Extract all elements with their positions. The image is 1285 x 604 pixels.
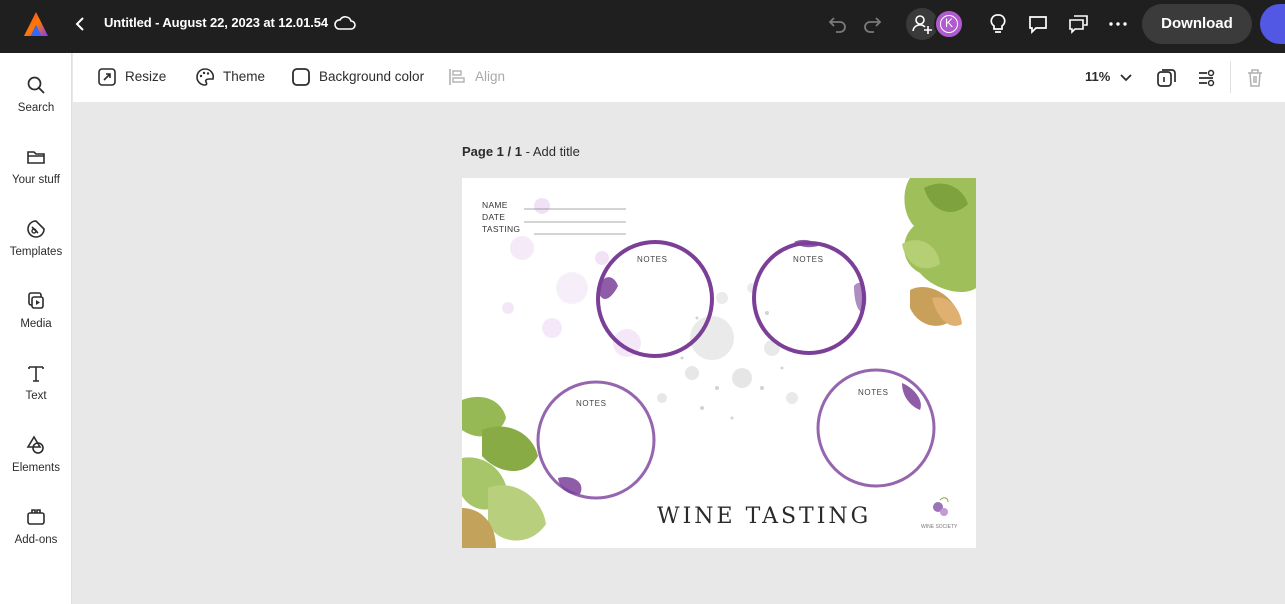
color-swatch-icon (292, 68, 310, 86)
rail-item-media[interactable]: Media (0, 291, 72, 351)
rail-item-addons[interactable]: Add-ons (0, 507, 72, 567)
trash-icon[interactable] (1244, 67, 1266, 89)
rail-item-elements[interactable]: Elements (0, 435, 72, 495)
templates-icon (27, 220, 45, 238)
zoom-level[interactable]: 11% (1085, 69, 1110, 84)
resize-label: Resize (125, 69, 167, 84)
wine-artwork (462, 178, 976, 548)
page-title-placeholder[interactable]: - Add title (522, 144, 580, 159)
avatar-initial: K (940, 15, 958, 33)
rail-item-search[interactable]: Search (0, 75, 72, 135)
media-icon (28, 292, 44, 309)
elements-icon (26, 435, 44, 454)
rail-item-your-stuff[interactable]: Your stuff (0, 147, 72, 207)
rail-item-label: Search (17, 102, 55, 114)
document-title[interactable]: Untitled - August 22, 2023 at 12.01.54 (104, 15, 328, 30)
lightbulb-icon[interactable] (986, 12, 1010, 36)
comment-icon[interactable] (1026, 12, 1050, 36)
align-icon (449, 69, 465, 85)
page-number: Page 1 / 1 (462, 144, 522, 159)
cloud-sync-icon[interactable] (333, 13, 357, 33)
page-label[interactable]: Page 1 / 1 - Add title (462, 144, 580, 159)
redo-icon[interactable] (860, 12, 884, 36)
top-bar: Untitled - August 22, 2023 at 12.01.54 K… (0, 0, 1285, 53)
share-button[interactable] (1260, 4, 1285, 44)
rail-item-label: Templates (9, 246, 63, 258)
align-button[interactable]: Align (447, 67, 511, 87)
left-rail: Search Your stuff Templates Media Text E… (0, 53, 72, 604)
rail-item-label: Text (25, 390, 47, 402)
notes-label: NOTES (576, 399, 607, 408)
theme-button[interactable]: Theme (195, 67, 267, 87)
resize-button[interactable]: Resize (97, 67, 167, 87)
rail-item-label: Media (20, 318, 52, 330)
artboard[interactable]: NAME DATE TASTING NOTES NOTES NOTES NOTE… (462, 178, 976, 548)
rail-item-label: Your stuff (12, 174, 60, 186)
field-tasting: TASTING (482, 224, 521, 234)
brand-logo-text: WINE SOCIETY (921, 524, 958, 530)
field-name: NAME (482, 200, 508, 210)
more-options-icon[interactable] (1106, 12, 1130, 36)
present-icon[interactable] (1066, 12, 1090, 36)
zoom-chevron-down-icon[interactable] (1118, 69, 1134, 85)
resize-icon (98, 68, 116, 86)
notes-label: NOTES (858, 388, 889, 397)
notes-label: NOTES (793, 255, 824, 264)
rail-item-label: Elements (12, 462, 60, 474)
adobe-express-logo[interactable] (23, 11, 49, 37)
field-date: DATE (482, 212, 506, 222)
user-avatar[interactable]: K (934, 9, 964, 39)
undo-icon[interactable] (826, 12, 850, 36)
rail-item-templates[interactable]: Templates (0, 219, 72, 279)
background-color-button[interactable]: Background color (291, 67, 425, 87)
notes-label: NOTES (637, 255, 668, 264)
align-label: Align (475, 69, 506, 84)
search-icon (27, 76, 45, 94)
background-color-label: Background color (319, 69, 425, 84)
theme-label: Theme (223, 69, 266, 84)
toolbar-divider (1230, 61, 1231, 93)
properties-bar: Resize Theme Background color Align 11% (73, 53, 1285, 102)
folder-icon (27, 151, 45, 164)
download-button[interactable]: Download (1142, 4, 1252, 44)
palette-icon (196, 68, 215, 86)
rail-item-label: Add-ons (14, 534, 58, 546)
rail-item-text[interactable]: Text (0, 363, 72, 423)
back-chevron-icon[interactable] (72, 14, 88, 34)
pages-icon[interactable] (1155, 67, 1177, 89)
text-icon (28, 366, 44, 382)
artwork-title: WINE TASTING (657, 504, 872, 529)
layers-icon[interactable] (1195, 67, 1217, 89)
addons-icon (27, 509, 45, 525)
